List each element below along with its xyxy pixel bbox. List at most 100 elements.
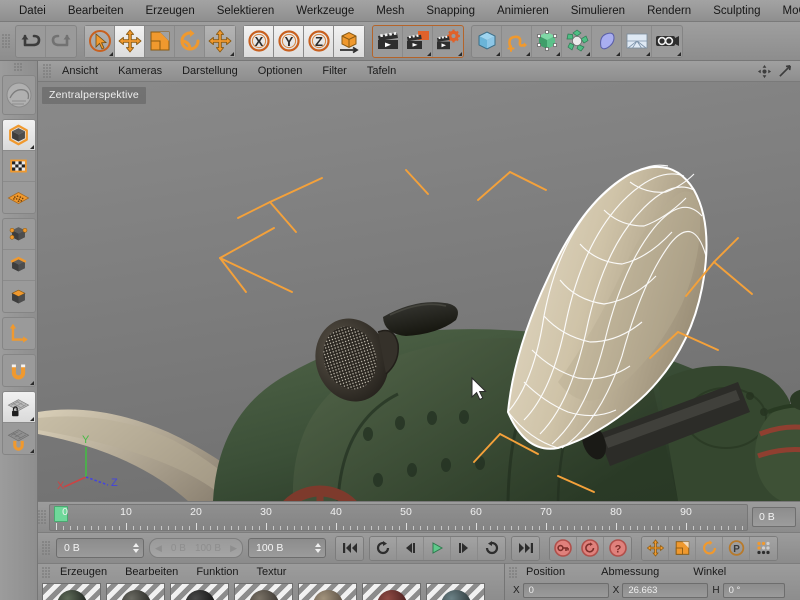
axis-modify-button[interactable] xyxy=(3,318,35,349)
autokeying-button[interactable] xyxy=(577,536,604,560)
redo-button[interactable] xyxy=(46,26,76,57)
vp-menu-darstellung[interactable]: Darstellung xyxy=(172,61,248,82)
render-region-button[interactable] xyxy=(403,25,433,57)
camera-button[interactable] xyxy=(652,26,682,57)
document-end-spinner[interactable] xyxy=(313,541,322,555)
mat-menu-funktion[interactable]: Funktion xyxy=(187,564,247,581)
range-right-arrow[interactable]: ▶ xyxy=(230,543,237,554)
point-level-animation-toggle[interactable] xyxy=(750,536,777,560)
step-forward-button[interactable] xyxy=(451,536,478,560)
material-menu-grip[interactable] xyxy=(42,566,51,579)
record-active-objects-button[interactable] xyxy=(550,536,577,560)
texture-mode-button[interactable] xyxy=(2,151,35,182)
loop-forward-button[interactable] xyxy=(478,536,505,560)
material-swatch-4[interactable] xyxy=(234,583,293,600)
transport-grip[interactable] xyxy=(42,540,51,556)
menu-mograph[interactable]: MoGraph xyxy=(772,0,800,22)
current-frame-spinner[interactable] xyxy=(131,541,140,555)
vp-menu-ansicht[interactable]: Ansicht xyxy=(52,61,108,82)
workplane-mode-button[interactable] xyxy=(3,182,35,213)
menu-bearbeiten[interactable]: Bearbeiten xyxy=(57,0,135,22)
render-view-button[interactable] xyxy=(373,25,403,57)
array-deformer-button[interactable] xyxy=(562,25,592,57)
move-button[interactable] xyxy=(115,25,145,57)
model-mode-button[interactable] xyxy=(2,120,35,151)
material-swatch-2[interactable] xyxy=(106,583,165,600)
menu-rendern[interactable]: Rendern xyxy=(636,0,702,22)
edges-mode-button[interactable] xyxy=(2,250,35,281)
menu-simulieren[interactable]: Simulieren xyxy=(560,0,636,22)
material-swatch-1[interactable] xyxy=(42,583,101,600)
material-swatch-7[interactable] xyxy=(426,583,485,600)
lock-workplane-button[interactable] xyxy=(2,392,35,423)
undo-button[interactable] xyxy=(16,25,46,57)
coordinates-grip[interactable] xyxy=(509,566,518,579)
render-settings-button[interactable] xyxy=(433,26,463,57)
parameter-key-toggle[interactable]: P xyxy=(723,536,750,560)
material-swatch-6[interactable] xyxy=(362,583,421,600)
timeline-end-field[interactable]: 0 B xyxy=(752,507,796,527)
position-key-toggle[interactable] xyxy=(642,536,669,560)
loop-back-button[interactable] xyxy=(370,536,397,560)
mat-menu-erzeugen[interactable]: Erzeugen xyxy=(51,564,116,581)
bend-deformer-button[interactable] xyxy=(592,25,622,57)
z-axis-button[interactable]: Z xyxy=(304,25,334,57)
rotation-key-toggle[interactable] xyxy=(696,536,723,560)
viewport-menu-grip[interactable] xyxy=(43,63,52,79)
polygons-mode-button[interactable] xyxy=(3,281,35,312)
menu-snapping[interactable]: Snapping xyxy=(415,0,486,22)
material-swatch-3[interactable] xyxy=(170,583,229,600)
enable-snap-button[interactable] xyxy=(3,423,35,454)
points-mode-button[interactable] xyxy=(2,219,35,250)
menu-sculpting[interactable]: Sculpting xyxy=(702,0,771,22)
tool-thumbnail-button[interactable] xyxy=(3,76,35,114)
vp-menu-filter[interactable]: Filter xyxy=(312,61,356,82)
y-axis-button[interactable]: Y xyxy=(274,25,304,57)
range-left-arrow[interactable]: ◀ xyxy=(155,543,162,554)
left-tool-palette xyxy=(0,61,38,600)
go-to-start-button[interactable] xyxy=(336,536,363,560)
vp-menu-optionen[interactable]: Optionen xyxy=(248,61,313,82)
timeline-ruler[interactable]: 0 10 20 30 40 50 60 70 80 90 100 xyxy=(49,503,748,531)
ruler-tick-minor xyxy=(364,525,365,530)
nurbs-generator-button[interactable] xyxy=(532,25,562,57)
menu-animieren[interactable]: Animieren xyxy=(486,0,560,22)
world-object-axis-button[interactable] xyxy=(334,25,364,57)
pan-view-icon[interactable] xyxy=(757,64,772,79)
go-to-end-button[interactable] xyxy=(512,536,539,560)
mat-menu-textur[interactable]: Textur xyxy=(248,564,296,581)
material-swatch-5[interactable] xyxy=(298,583,357,600)
mat-menu-bearbeiten[interactable]: Bearbeiten xyxy=(116,564,187,581)
zoom-view-icon[interactable] xyxy=(778,64,793,79)
menu-werkzeuge[interactable]: Werkzeuge xyxy=(285,0,365,22)
step-back-button[interactable] xyxy=(397,536,424,560)
menu-datei[interactable]: Datei xyxy=(8,0,57,22)
document-end-field[interactable]: 100 B xyxy=(248,538,326,558)
menu-erzeugen[interactable]: Erzeugen xyxy=(134,0,205,22)
scale-key-toggle[interactable] xyxy=(669,536,696,560)
viewport-3d[interactable]: Zentralperspektive X Y Z xyxy=(38,82,800,501)
coord-angle-h-input[interactable]: 0 ° xyxy=(722,583,785,598)
keyframe-selection-button[interactable]: ? xyxy=(604,536,631,560)
toolbar-grip[interactable] xyxy=(2,33,11,49)
menu-mesh[interactable]: Mesh xyxy=(365,0,415,22)
select-live-button[interactable] xyxy=(85,25,115,57)
floor-environment-button[interactable] xyxy=(622,25,652,57)
rotate-button[interactable] xyxy=(175,25,205,57)
timeline-grip[interactable] xyxy=(38,509,47,525)
preview-range-field[interactable]: ◀ 0 B 100 B ▶ xyxy=(149,538,243,558)
cube-primitive-button[interactable] xyxy=(472,25,502,57)
vp-menu-tafeln[interactable]: Tafeln xyxy=(357,61,406,82)
move-axis-button[interactable] xyxy=(205,25,235,57)
current-frame-field[interactable]: 0 B xyxy=(56,538,144,558)
x-axis-button[interactable]: X xyxy=(244,25,274,57)
menu-selektieren[interactable]: Selektieren xyxy=(206,0,286,22)
vp-menu-kameras[interactable]: Kameras xyxy=(108,61,172,82)
play-button[interactable] xyxy=(424,536,451,560)
scale-button[interactable] xyxy=(145,25,175,57)
left-palette-grip[interactable] xyxy=(14,63,23,72)
coord-position-x-input[interactable]: 0 xyxy=(522,583,609,598)
spline-pen-button[interactable] xyxy=(502,25,532,57)
magnet-button[interactable] xyxy=(3,355,35,386)
coord-size-x-input[interactable]: 26.663 xyxy=(622,583,709,598)
